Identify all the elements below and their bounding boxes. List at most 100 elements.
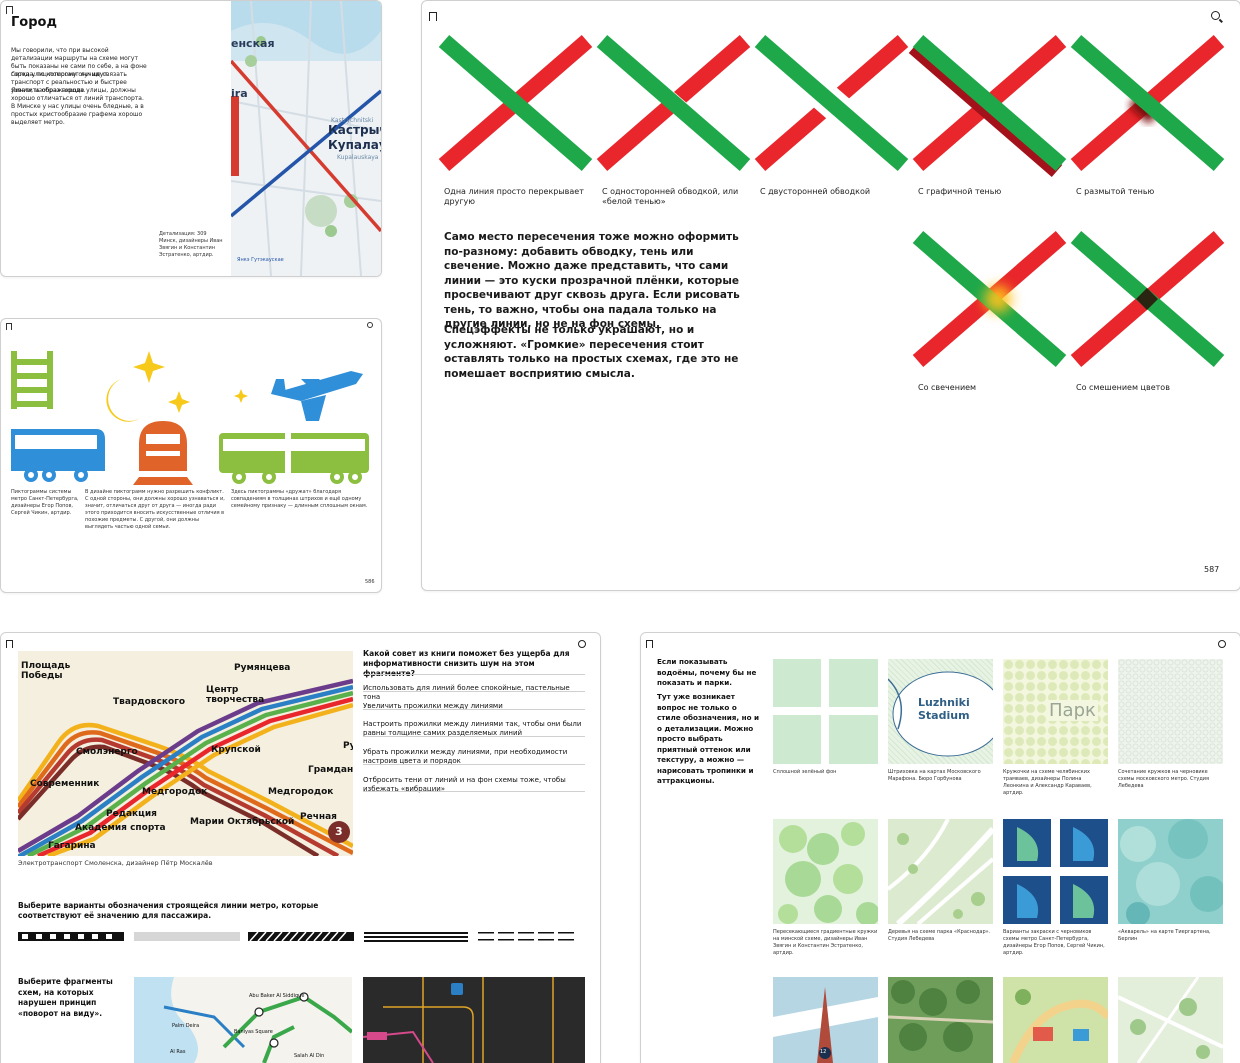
station-label: Румянцева: [234, 663, 291, 673]
night-icon: [106, 351, 248, 422]
station-label: Площадь Победы: [21, 661, 71, 681]
watercolor-graphic: [1120, 819, 1223, 924]
question-title: Выберите варианты обозначения строящейся…: [18, 901, 319, 920]
bus-icon: [11, 429, 105, 482]
divider: [363, 691, 585, 692]
station-label: Марии Октябрьской: [190, 817, 295, 827]
park-tile-circle-combo: [1118, 659, 1223, 764]
option-checkered: [18, 932, 124, 941]
cross-caption: Со свечением: [918, 383, 977, 392]
gradient-circles-graphic: [778, 822, 878, 924]
bookmark-icon[interactable]: [646, 640, 653, 648]
divider: [363, 709, 585, 710]
question-title: Выберите фрагменты схем, на которых нару…: [18, 977, 113, 1018]
line-style-options[interactable]: [18, 931, 588, 943]
cross-glow: [912, 230, 1067, 368]
trees-graphic: [888, 819, 993, 924]
paragraph-3: Линии, изображающие улицы, должны хорошо…: [11, 87, 144, 126]
map-caption: Электротранспорт Смоленска, дизайнер Пёт…: [18, 859, 213, 867]
dark-map-fragment[interactable]: [363, 977, 585, 1063]
park-map-graphic: [1118, 977, 1223, 1063]
route-number: 3: [335, 825, 343, 838]
dubai-map-fragment[interactable]: Palm Deira Al Ras Abu Baker Al Siddique …: [134, 977, 352, 1063]
airplane-icon: [271, 371, 363, 421]
park-tile-circles: Парк: [1003, 659, 1108, 764]
station-label: Медгородок: [142, 787, 208, 797]
option-triple-line: [364, 932, 468, 942]
figure-caption: Детализация: 309 Минск, дизайнеры Иван З…: [159, 231, 223, 258]
intro-text-2: Тут уже возникает вопрос не только о сти…: [657, 692, 760, 785]
station-label: Редакция: [106, 809, 157, 819]
stadium-label: Luzhniki Stadium: [918, 696, 970, 722]
park-tile-variants: [1003, 819, 1108, 924]
bookmark-icon[interactable]: [6, 323, 12, 330]
tile-caption: Сплошной зелёный фон: [773, 769, 837, 775]
tile-caption: Деревья на схеме парка «Краснодар». Студ…: [888, 929, 991, 942]
dark-map-graphic: [363, 977, 554, 1063]
cross-caption: С односторонней обводкой, или «белой тен…: [602, 187, 739, 206]
page-title: Город: [11, 15, 57, 30]
map-label: Baniyas Square: [234, 1029, 273, 1035]
map-label: Кастрыч: [328, 123, 381, 137]
bookmark-icon[interactable]: [6, 640, 13, 648]
map-label: енская: [231, 37, 275, 50]
search-icon[interactable]: [1218, 640, 1226, 648]
search-icon[interactable]: [578, 640, 586, 648]
smolensk-map: 3 Площадь Победы Румянцева Центр творчес…: [18, 651, 353, 856]
cross-caption: Одна линия просто перекрывает другую: [444, 187, 584, 206]
station-label: Центр творчества: [206, 685, 265, 705]
cross-caption: С двусторонней обводкой: [760, 187, 871, 196]
cross-caption: С размытой тенью: [1076, 187, 1155, 196]
divider: [363, 791, 585, 792]
page-parks: Если показывать водоёмы, почему бы не по…: [640, 632, 1240, 1063]
cross-blurred-shadow: [1070, 34, 1225, 172]
cross-one-sided-outline: [589, 27, 751, 172]
body-paragraph-1: Само место пересечения тоже можно оформи…: [444, 231, 740, 330]
tile-caption: Варианты закраски с черновиков схемы мет…: [1003, 929, 1105, 956]
station-label: Академия спорта: [75, 823, 166, 833]
tile-caption: Сочетание кружков на черновике схемы мос…: [1118, 769, 1210, 789]
page-quiz-smolensk: 3 Площадь Победы Румянцева Центр творчес…: [0, 632, 601, 1063]
tile-caption: «Акварель» на карте Тиергартена, Берлин: [1118, 929, 1211, 942]
tile-caption: Кружочки на схеме челябинских трамваев, …: [1003, 769, 1092, 796]
option-hatched: [248, 931, 354, 942]
amusement-graphic: [1009, 989, 1108, 1063]
station-label: Крупской: [211, 745, 261, 755]
map-label: ira: [231, 87, 248, 100]
pictogram-text: В дизайне пиктограмм нужно разрешить кон…: [85, 489, 225, 530]
option-gray: [134, 932, 240, 941]
station-label: Гагарина: [48, 841, 96, 851]
map-label: Palm Deira: [172, 1023, 200, 1029]
map-label: Янкэ Гутэкаускаe: [237, 257, 284, 263]
divider: [363, 736, 585, 737]
map-label: Al Ras: [170, 1049, 186, 1055]
cross-two-sided-outline: [750, 29, 913, 177]
station-label: Речная: [300, 812, 337, 822]
page-city: Город Мы говорили, что при высокой детал…: [0, 0, 382, 277]
cross-caption: С графичной тенью: [918, 187, 1002, 196]
forest-graphic: [888, 980, 993, 1052]
divider: [363, 764, 585, 765]
park-tile-solid: [773, 659, 878, 764]
park-tile-city: 12: [773, 977, 878, 1063]
cross-color-mixing: [1070, 230, 1225, 368]
tram-icon: [219, 433, 369, 484]
cross-simple: [438, 34, 593, 172]
pictogram-text-right: Здесь пиктограммы «дружат» благодаря сов…: [231, 489, 368, 509]
bookmark-icon[interactable]: [6, 6, 13, 14]
park-tile-watercolor: [1118, 819, 1223, 924]
search-icon[interactable]: [367, 322, 373, 328]
park-tile-hatching: Luzhniki Stadium: [888, 659, 993, 764]
variants-graphic: [1003, 819, 1108, 924]
pictogram-caption: Пиктограммы системы метро Санкт-Петербур…: [11, 489, 79, 516]
option-dashed: [478, 932, 574, 941]
cross-graphic-shadow: [908, 34, 1067, 178]
train-icon: [133, 421, 193, 485]
park-tile-gradient-circles: [773, 819, 878, 924]
station-label: Медгородок: [268, 787, 334, 797]
answer-option[interactable]: Использовать для линий более спокойные, …: [363, 684, 585, 702]
body-paragraph-2: Спецэффекты не только украшают, но и усл…: [444, 324, 739, 380]
map-label: Abu Baker Al Siddique: [249, 993, 305, 999]
park-tile-forest: [888, 977, 993, 1063]
station-label: Современник: [30, 779, 100, 789]
